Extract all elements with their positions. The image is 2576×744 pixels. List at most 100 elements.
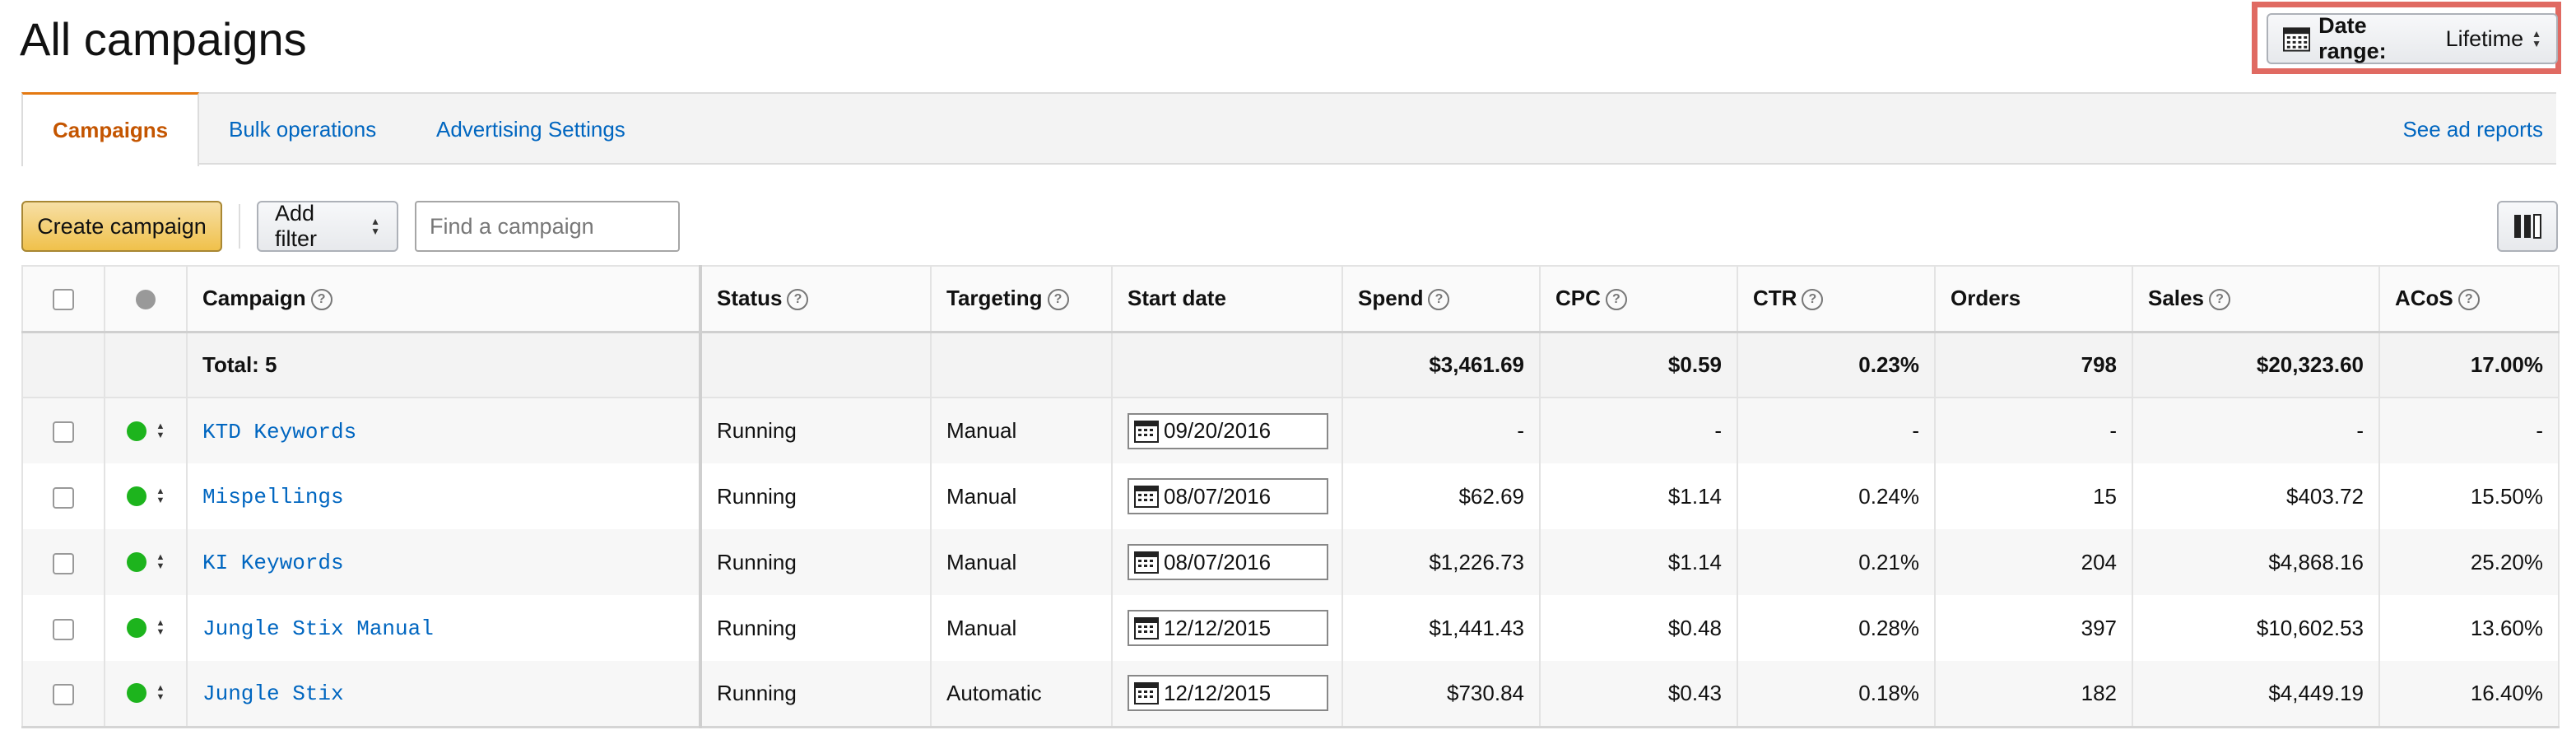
state-toggle[interactable]: ▲ ▼ (120, 486, 171, 506)
header-start-date[interactable]: Start date (1111, 265, 1343, 333)
running-status-dot-icon (126, 486, 146, 506)
tab-campaigns[interactable]: Campaigns (21, 92, 200, 166)
row-select-cell (21, 398, 105, 463)
add-filter-button[interactable]: Add filter ▲ ▼ (257, 201, 398, 252)
row-select-cell (21, 595, 105, 661)
state-toggle[interactable]: ▲ ▼ (120, 552, 171, 572)
header-cpc-label: CPC (1555, 286, 1601, 311)
help-icon[interactable]: ? (1605, 289, 1627, 311)
header-ctr[interactable]: CTR? (1737, 265, 1936, 333)
spend-cell: $1,441.43 (1341, 595, 1541, 661)
total-label: Total: 5 (186, 332, 702, 398)
campaign-row: ▲ ▼ Mispellings Running Manual 08/07/2016… (21, 463, 2560, 529)
campaign-name-link[interactable]: KTD Keywords (202, 420, 356, 444)
campaign-name-link[interactable]: Jungle Stix Manual (202, 616, 434, 641)
start-date-value: 08/07/2016 (1164, 549, 1272, 574)
header-targeting[interactable]: Targeting? (930, 265, 1113, 333)
orders-cell: 182 (1934, 661, 2133, 728)
column-settings-button[interactable] (2497, 201, 2558, 252)
ctr-cell: 0.28% (1737, 595, 1936, 661)
header-campaign[interactable]: Campaign? (186, 265, 702, 333)
campaign-name-link[interactable]: Jungle Stix (202, 681, 344, 706)
row-checkbox[interactable] (53, 683, 74, 705)
cpc-cell: - (1539, 398, 1738, 463)
see-ad-reports-link[interactable]: See ad reports (2402, 94, 2543, 165)
header-campaign-label: Campaign (202, 286, 306, 311)
cpc-cell: $1.14 (1539, 463, 1738, 529)
orders-cell: 204 (1934, 529, 2133, 595)
row-checkbox[interactable] (53, 486, 74, 509)
targeting-cell: Manual (930, 398, 1113, 463)
status-cell: Running (700, 529, 932, 595)
start-date-value: 09/20/2016 (1164, 418, 1272, 443)
date-range-label: Date range: (2318, 13, 2387, 63)
header-sales[interactable]: Sales? (2132, 265, 2380, 333)
tab-bar: Campaigns Bulk operations Advertising Se… (21, 92, 2556, 166)
total-acos: 17.00% (2378, 332, 2560, 398)
total-empty-cell (104, 332, 188, 398)
state-dot-icon (136, 290, 156, 310)
cpc-cell: $0.48 (1539, 595, 1738, 661)
running-status-dot-icon (126, 618, 146, 638)
campaign-name-link[interactable]: Mispellings (202, 485, 344, 509)
row-checkbox[interactable] (53, 618, 74, 640)
find-campaign-input[interactable] (415, 201, 680, 252)
start-date-cell: 08/07/2016 (1111, 529, 1343, 595)
campaign-name-link[interactable]: KI Keywords (202, 551, 344, 575)
state-toggle[interactable]: ▲ ▼ (120, 421, 171, 441)
help-icon[interactable]: ? (1047, 289, 1069, 311)
spend-cell: $1,226.73 (1341, 529, 1541, 595)
acos-cell: 15.50% (2378, 463, 2560, 529)
start-date-cell: 12/12/2015 (1111, 595, 1343, 661)
row-select-cell (21, 463, 105, 529)
ctr-cell: - (1737, 398, 1936, 463)
sort-updown-icon: ▲ ▼ (156, 552, 165, 571)
start-date-field[interactable]: 12/12/2015 (1128, 610, 1328, 646)
acos-cell: 25.20% (2378, 529, 2560, 595)
help-icon[interactable]: ? (310, 289, 332, 311)
total-cpc: $0.59 (1539, 332, 1738, 398)
header-orders[interactable]: Orders (1934, 265, 2133, 333)
campaign-name-cell: Jungle Stix (186, 661, 702, 728)
header-acos[interactable]: ACoS? (2378, 265, 2560, 333)
row-checkbox[interactable] (53, 421, 74, 444)
calendar-icon (1134, 486, 1159, 508)
ctr-cell: 0.24% (1737, 463, 1936, 529)
start-date-field[interactable]: 09/20/2016 (1128, 412, 1328, 449)
sort-updown-icon: ▲ ▼ (156, 486, 165, 505)
start-date-field[interactable]: 08/07/2016 (1128, 544, 1328, 580)
tab-advertising-settings[interactable]: Advertising Settings (407, 94, 655, 165)
header-start-date-label: Start date (1128, 286, 1226, 311)
state-toggle[interactable]: ▲ ▼ (120, 618, 171, 638)
state-toggle[interactable]: ▲ ▼ (120, 683, 171, 704)
sales-cell: $403.72 (2132, 463, 2380, 529)
help-icon[interactable]: ? (2457, 289, 2480, 311)
tab-bulk-operations[interactable]: Bulk operations (199, 94, 406, 165)
header-cpc[interactable]: CPC? (1539, 265, 1738, 333)
acos-cell: - (2378, 398, 2560, 463)
campaign-name-cell: KTD Keywords (186, 398, 702, 463)
total-empty-cell (1111, 332, 1343, 398)
calendar-icon (1134, 420, 1159, 443)
orders-cell: 15 (1934, 463, 2133, 529)
orders-cell: - (1934, 398, 2133, 463)
campaign-row: ▲ ▼ Jungle Stix Manual Running Manual 12/… (21, 595, 2560, 661)
select-all-checkbox[interactable] (53, 289, 74, 311)
start-date-field[interactable]: 12/12/2015 (1128, 675, 1328, 712)
start-date-field[interactable]: 08/07/2016 (1128, 478, 1328, 514)
header-status[interactable]: Status? (700, 265, 932, 333)
targeting-cell: Manual (930, 595, 1113, 661)
cpc-cell: $1.14 (1539, 529, 1738, 595)
row-checkbox[interactable] (53, 552, 74, 574)
help-icon[interactable]: ? (787, 289, 809, 311)
help-icon[interactable]: ? (1802, 289, 1824, 311)
help-icon[interactable]: ? (2208, 289, 2230, 311)
create-campaign-button[interactable]: Create campaign (21, 201, 222, 252)
status-cell: Running (700, 398, 932, 463)
date-range-button[interactable]: Date range: Lifetime ▲ ▼ (2267, 13, 2558, 64)
ctr-cell: 0.18% (1737, 661, 1936, 728)
header-spend[interactable]: Spend? (1341, 265, 1541, 333)
help-icon[interactable]: ? (1428, 289, 1450, 311)
date-range-value: Lifetime (2445, 26, 2524, 51)
start-date-value: 12/12/2015 (1164, 615, 1272, 640)
